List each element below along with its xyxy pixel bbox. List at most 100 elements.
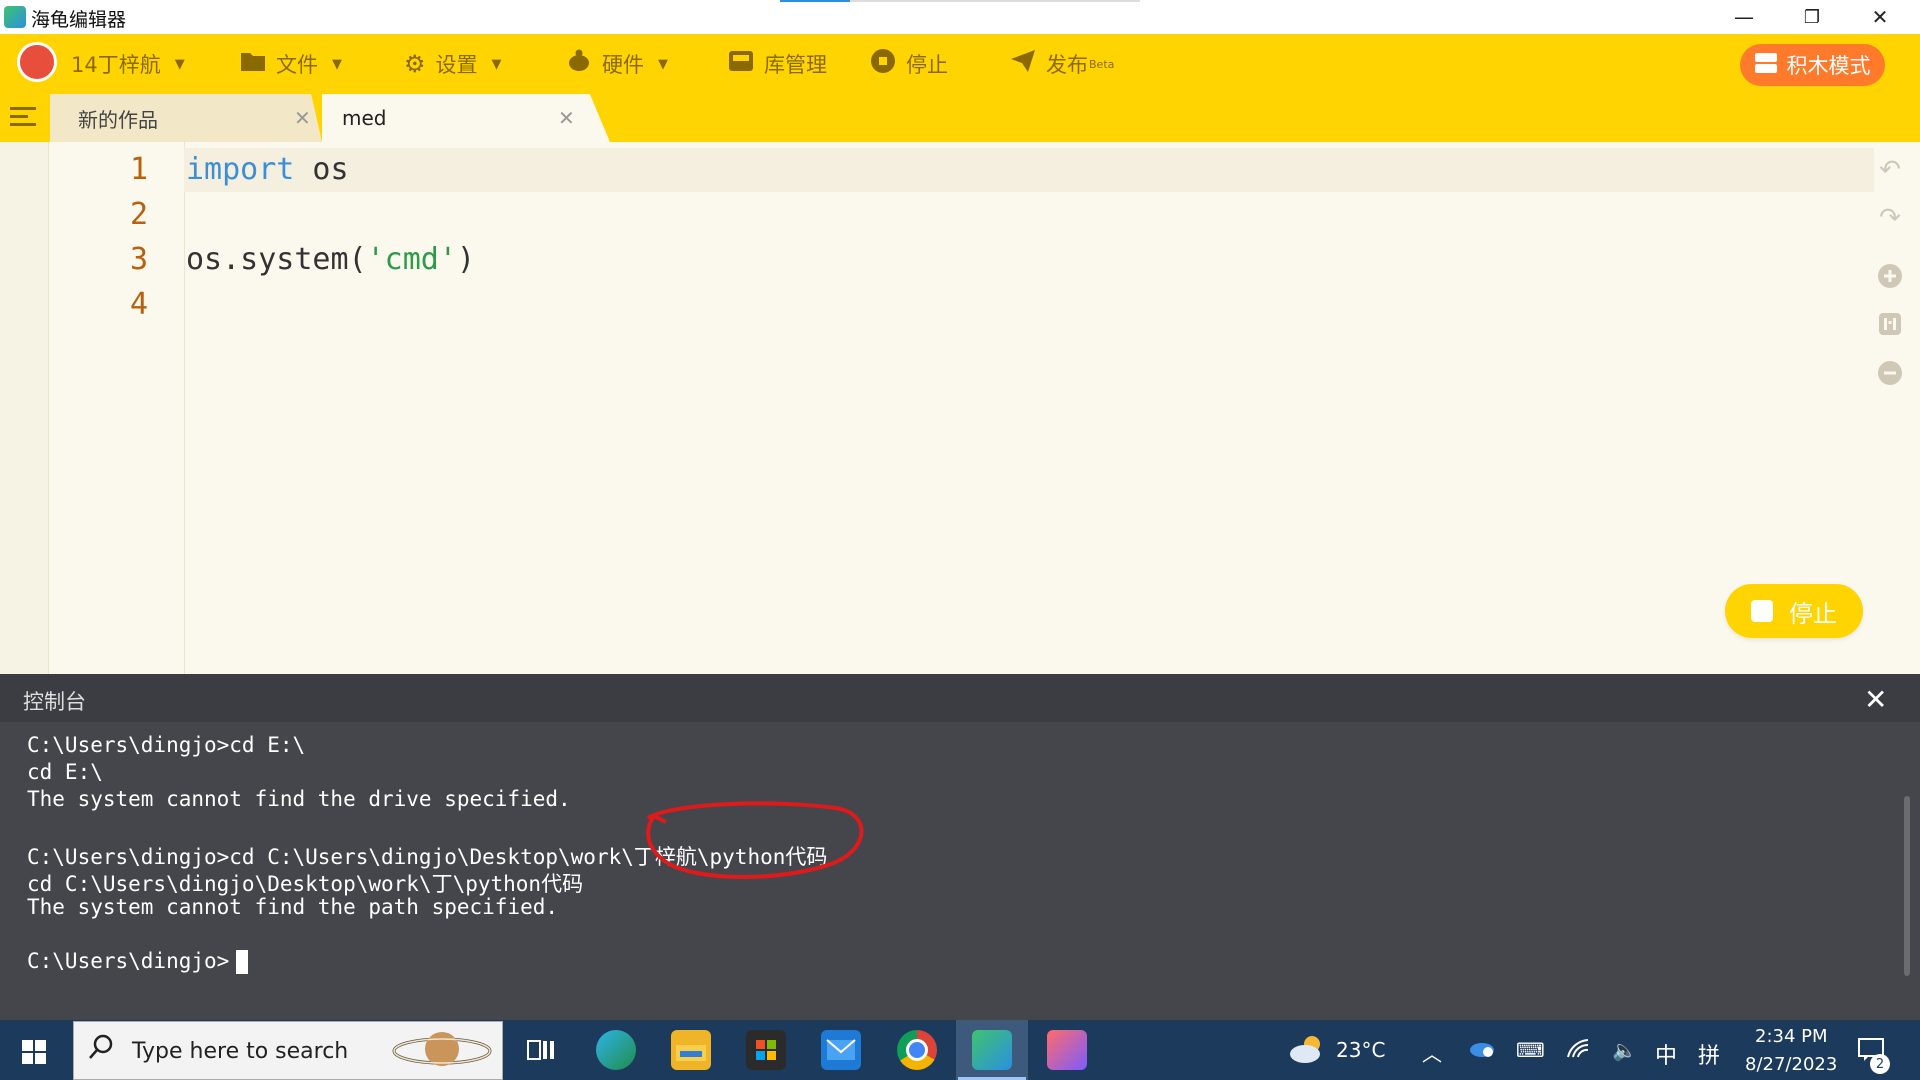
floating-stop-button[interactable]: 停止 [1725, 584, 1863, 638]
ime-language-indicator[interactable]: 中 [1655, 1038, 1677, 1070]
tab-new-work[interactable]: 新的作品 ✕ [50, 94, 322, 142]
close-tab-icon[interactable]: ✕ [294, 106, 311, 130]
zoom-out-icon[interactable] [1874, 357, 1906, 389]
window-title: 海龟编辑器 [31, 9, 127, 31]
file-menu-label: 文件 [276, 53, 318, 77]
chrome-icon[interactable] [897, 1030, 937, 1070]
editor-gutter [0, 142, 49, 674]
gear-icon: ⚙ [404, 50, 426, 78]
string-literal: 'cmd' [366, 242, 457, 277]
line-number: 4 [129, 287, 148, 322]
block-mode-label: 积木模式 [1786, 54, 1871, 78]
show-hidden-icons-chevron-icon[interactable]: ︿ [1422, 1038, 1442, 1067]
code-text: ) [456, 242, 475, 277]
chevron-down-icon: ▼ [491, 56, 502, 72]
close-tab-icon[interactable]: ✕ [558, 106, 575, 130]
console-line: The system cannot find the drive specifi… [27, 787, 571, 811]
library-label: 库管理 [764, 53, 827, 77]
console-line: cd E:\ [27, 760, 103, 784]
hardware-menu-label: 硬件 [602, 53, 644, 77]
wifi-icon[interactable] [1566, 1038, 1590, 1063]
stop-square-icon [1751, 600, 1773, 622]
line-number: 3 [129, 242, 148, 277]
ime-mode-indicator[interactable]: 拼 [1698, 1038, 1720, 1070]
turtle-icon [566, 49, 592, 79]
text-cursor [236, 950, 248, 974]
stop-label: 停止 [906, 53, 948, 77]
saturn-search-highlight-icon [392, 1032, 492, 1066]
turtle-editor-taskbar-icon[interactable] [972, 1030, 1012, 1070]
beta-badge: Beta [1089, 57, 1115, 71]
tab-label: 新的作品 [78, 107, 158, 132]
console-scrollbar[interactable] [1904, 796, 1910, 976]
stop-circle-icon [870, 48, 896, 80]
tab-label: med [342, 106, 387, 130]
console-title: 控制台 [23, 690, 86, 714]
console-header [0, 674, 1920, 722]
user-name: 14丁梓航 [71, 53, 161, 77]
blocks-icon [1754, 52, 1777, 78]
keyword-import: import [186, 152, 295, 187]
console-prompt: C:\Users\dingjo> [27, 949, 230, 973]
close-console-icon[interactable]: ✕ [1864, 683, 1887, 716]
volume-icon[interactable]: 🔈 [1612, 1038, 1637, 1062]
folder-icon [240, 50, 266, 78]
console-line: C:\Users\dingjo>cd E:\ [27, 733, 306, 757]
reset-zoom-icon[interactable] [1874, 308, 1906, 340]
code-line-1[interactable]: import os [186, 152, 349, 187]
minimize-button[interactable]: — [1710, 0, 1778, 34]
chevron-down-icon: ▼ [332, 56, 342, 72]
weather-temperature[interactable]: 23°C [1336, 1038, 1385, 1062]
inbox-icon [728, 50, 754, 78]
console-line: The system cannot find the path specifie… [27, 895, 559, 919]
hardware-menu[interactable]: 硬件 ▼ [566, 45, 668, 83]
red-annotation-circle [646, 801, 864, 879]
restore-button[interactable]: ❐ [1778, 0, 1846, 34]
user-menu[interactable]: 14丁梓航 ▼ [71, 45, 185, 83]
clock-date[interactable]: 8/27/2023 [1745, 1054, 1837, 1075]
floating-stop-label: 停止 [1789, 599, 1837, 628]
hamburger-menu-icon[interactable] [8, 102, 38, 132]
zoom-in-icon[interactable] [1874, 260, 1906, 292]
code-text: os [294, 152, 349, 187]
console-line: cd C:\Users\dingjo\Desktop\work\丁\python… [27, 872, 584, 896]
loading-track [850, 0, 1140, 2]
code-text: os.system( [186, 242, 367, 277]
chevron-down-icon: ▼ [174, 56, 185, 72]
clock-time[interactable]: 2:34 PM [1755, 1026, 1828, 1047]
app-logo-icon [4, 6, 26, 28]
task-view-icon[interactable] [521, 1030, 561, 1070]
library-button[interactable]: 库管理 [728, 45, 827, 83]
user-avatar[interactable] [17, 42, 57, 82]
notification-badge: 2 [1870, 1054, 1890, 1074]
file-menu[interactable]: 文件 ▼ [240, 45, 342, 83]
undo-icon[interactable]: ↶ [1874, 154, 1906, 186]
keyboard-ime-icon[interactable]: ⌨ [1516, 1038, 1545, 1062]
title-bar [0, 0, 1920, 34]
onedrive-icon[interactable] [1468, 1038, 1496, 1063]
microsoft-store-icon[interactable] [746, 1030, 786, 1070]
block-mode-button[interactable]: 积木模式 [1740, 44, 1885, 86]
tab-med[interactable]: med ✕ [322, 94, 610, 142]
line-number: 1 [129, 152, 148, 187]
publish-button[interactable]: 发布 Beta [1010, 45, 1114, 83]
code-line-3[interactable]: os.system('cmd') [186, 242, 475, 277]
active-line-highlight [184, 148, 1874, 192]
paint-app-icon[interactable] [1047, 1030, 1087, 1070]
edge-browser-icon[interactable] [596, 1030, 636, 1070]
weather-cloud-icon [1288, 1034, 1326, 1068]
publish-label: 发布 [1046, 53, 1088, 77]
paper-plane-icon [1010, 49, 1036, 79]
mail-icon[interactable] [821, 1030, 861, 1070]
settings-menu-label: 设置 [435, 53, 478, 77]
search-placeholder: Type here to search [132, 1039, 349, 1064]
stop-button[interactable]: 停止 [870, 45, 948, 83]
loading-indicator [780, 0, 850, 2]
redo-icon[interactable]: ↷ [1874, 202, 1906, 234]
search-icon [88, 1034, 114, 1067]
settings-menu[interactable]: ⚙ 设置 ▼ [404, 45, 502, 83]
file-explorer-icon[interactable] [671, 1030, 711, 1070]
close-window-button[interactable]: ✕ [1846, 0, 1914, 34]
windows-start-icon[interactable] [22, 1040, 46, 1064]
line-number: 2 [129, 197, 148, 232]
